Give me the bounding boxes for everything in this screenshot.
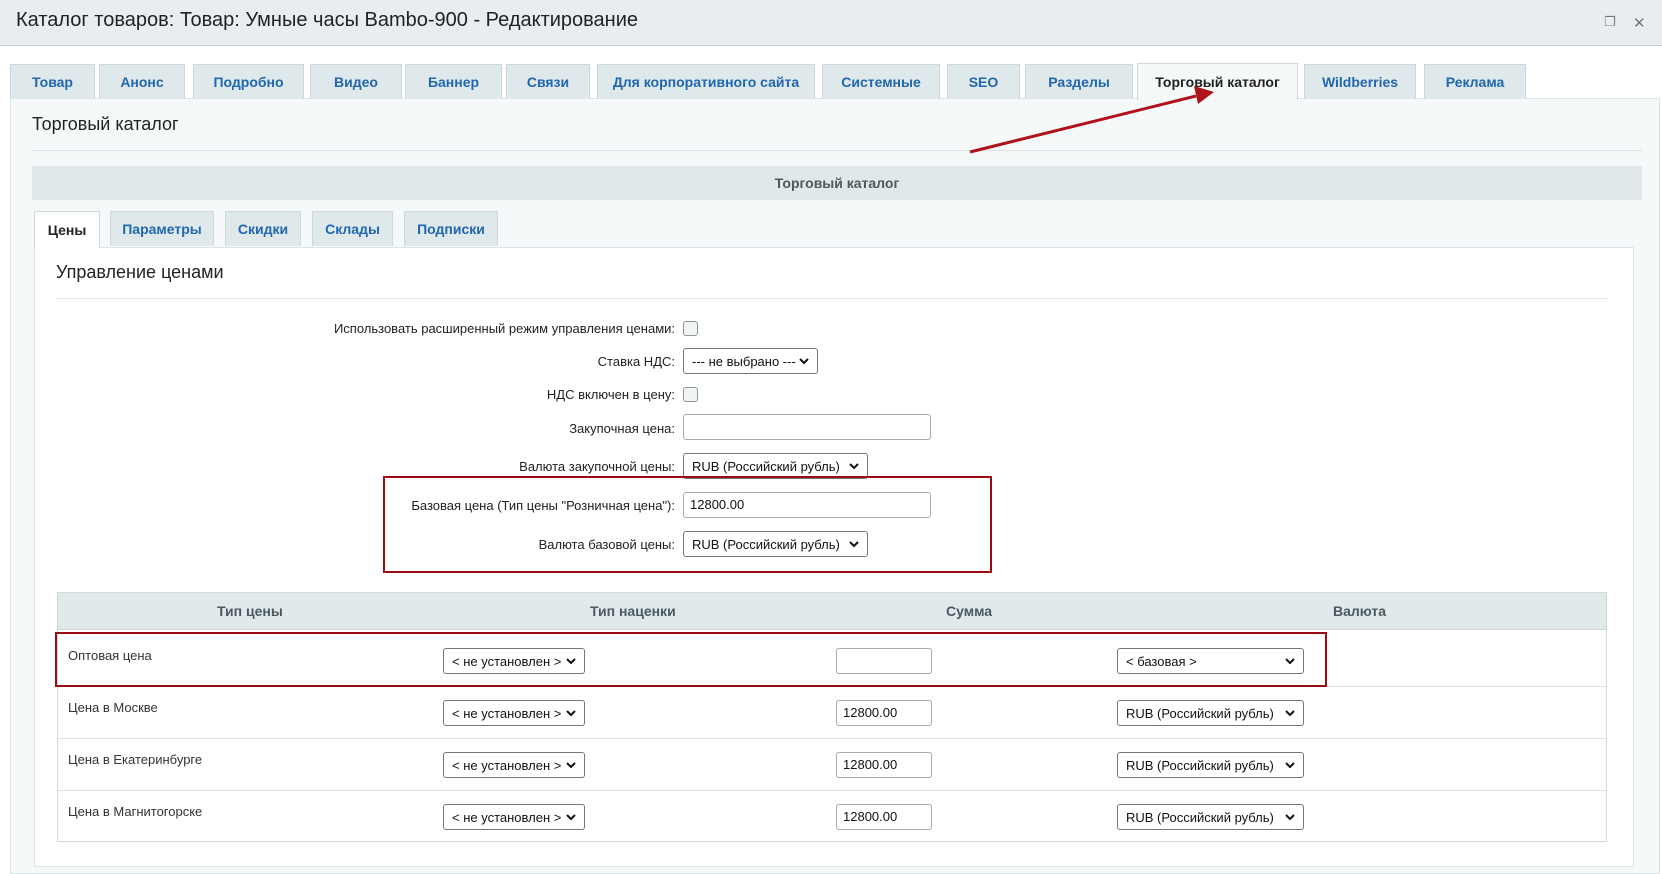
annotation-arrow xyxy=(969,86,1214,154)
